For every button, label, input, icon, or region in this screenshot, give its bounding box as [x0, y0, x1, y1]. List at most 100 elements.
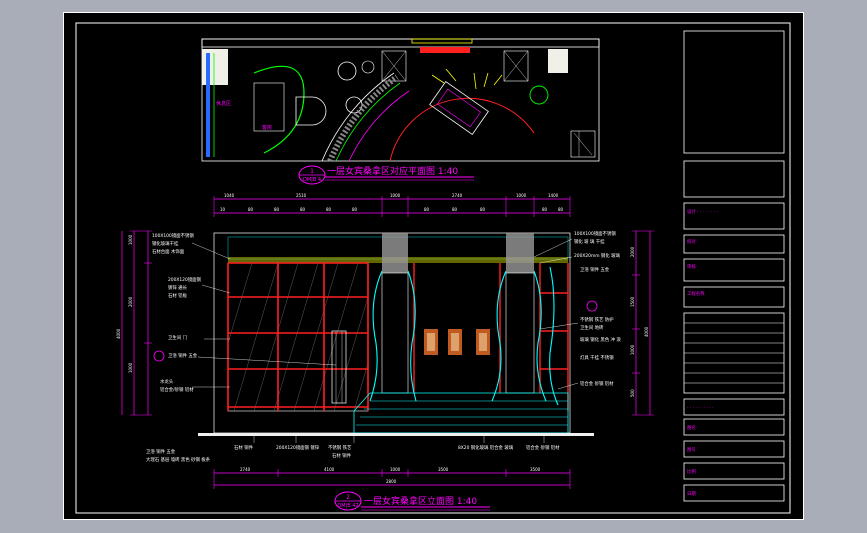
note-right: 卫生间 地砖 — [580, 324, 604, 331]
bottom-dim: 1000 — [390, 467, 401, 472]
bottom-dim: 4100 — [324, 467, 335, 472]
note-right: 玻璃 钢化 黑色 冲 浪 — [580, 336, 621, 343]
note-bottom: 200X120镜面钢 镀锌 — [276, 444, 320, 451]
note-bottom: 石材 铜件 — [234, 444, 254, 451]
elevation-view — [198, 232, 594, 436]
plan-red-strip — [420, 47, 470, 53]
water-curtain — [369, 266, 559, 406]
note-left: 石材 铝板 — [168, 292, 188, 299]
top-dim: 80 — [326, 207, 332, 212]
inner-frame — [75, 22, 791, 514]
top-dim: 10 — [220, 207, 226, 212]
note-left: 镀锌 通长 — [168, 284, 188, 291]
note-bottom-left: 卫浴 铜件 五金 — [146, 448, 176, 455]
note-left: 钢化玻璃干挂 — [152, 240, 179, 247]
column-top-right — [506, 233, 534, 273]
column-top-left — [382, 233, 408, 273]
top-dim: 1040 — [224, 193, 235, 198]
top-dim: 80 — [452, 207, 458, 212]
right-dim: 500 — [630, 389, 635, 397]
note-right: 100X100镜面不锈钢 — [574, 230, 616, 237]
title-row: 工程名称 — [687, 290, 705, 297]
note-bottom: 8X20 钢化玻璃 铝合金 玻璃 — [458, 444, 514, 451]
note-left: 卫生间 门 — [168, 334, 187, 341]
top-dim: 80 — [480, 207, 486, 212]
elevation-title-block: 2 DM|B 47 一层女宾桑拿区立面图 1:40 — [334, 491, 490, 511]
top-dim: 2740 — [452, 193, 463, 198]
plan-label: 休息区 — [216, 100, 231, 107]
red-frame-grid — [227, 262, 369, 411]
right-annotations: 100X100镜面不锈钢 钢化 玻 璃 干挂 200X20mm 钢化 玻璃 卫浴… — [533, 230, 621, 390]
title-block-logo-box — [683, 30, 785, 154]
bottom-dim: 2740 — [240, 467, 251, 472]
glass-wall-left — [227, 262, 369, 412]
elevation-tag-number: 2 — [346, 494, 350, 501]
bottom-dim: 3500 — [530, 467, 541, 472]
top-dim: 80 — [274, 207, 280, 212]
plan-red-arc — [389, 97, 535, 162]
door-panel — [331, 330, 347, 404]
plan-label: 客房 — [262, 124, 272, 131]
title-row: 比例 — [687, 468, 696, 475]
note-left: 200X120镜面钢 — [168, 276, 202, 283]
left-dim: 1000 — [128, 362, 133, 373]
top-dim: 80 — [558, 207, 564, 212]
note-right: 铝合金 砂钢 铝材 — [580, 380, 614, 387]
plan-title-block: 1 DM|B 4 一层女宾桑拿区对应平面图 1:40 — [298, 165, 474, 185]
right-dim: 1500 — [630, 296, 635, 307]
plan-view: 休息区 客房 — [201, 38, 600, 163]
pool-steps — [353, 392, 569, 434]
drawing-sheet: 休息区 客房 1 DM|B 4 一层女宾桑拿区对应平面图 1:40 1040 2… — [63, 12, 804, 520]
top-dim: 80 — [248, 207, 254, 212]
plan-tag-number: 1 — [310, 168, 314, 175]
top-dim: 1000 — [390, 193, 401, 198]
note-left: 水龙头 — [160, 378, 174, 385]
plan-title: 一层女宾桑拿区对应平面图 1:40 — [327, 165, 458, 177]
left-dim: 1000 — [128, 234, 133, 245]
title-block: 设计 · · · · · · · · 校对 审核 工程名称 · · · · · … — [683, 30, 785, 502]
title-row: 校对 — [687, 238, 696, 245]
title-row: 图名 — [687, 424, 696, 431]
note-left: 石材台面 木饰面 — [152, 248, 185, 255]
note-right: 钢化 玻 璃 干挂 — [574, 238, 605, 245]
bottom-dim: 2800 — [386, 479, 397, 484]
bottom-annotations: 石材 铜件 200X120镜面钢 镀锌 不锈钢 铁艺 石材 铜件 8X20 钢化… — [234, 435, 560, 459]
left-annotations: 100X100镜面不锈钢 钢化玻璃干挂 石材台面 木饰面 200X120镜面钢 … — [146, 232, 337, 463]
left-dim: 2000 — [128, 296, 133, 307]
right-dim: 1000 — [630, 344, 635, 355]
title-row: 图号 — [687, 447, 696, 453]
elevation-title: 一层女宾桑拿区立面图 1:40 — [364, 495, 477, 507]
top-dim: 80 — [300, 207, 306, 212]
note-bottom: 石材 铜件 — [332, 452, 352, 459]
note-right: 200X20mm 钢化 玻璃 — [574, 252, 620, 259]
top-dim: 2510 — [296, 193, 307, 198]
note-left: 100X100镜面不锈钢 — [152, 232, 194, 239]
right-dim: 2000 — [630, 246, 635, 257]
left-dim: 4000 — [116, 328, 121, 339]
title-row: · · · · · · · · · · — [687, 406, 714, 411]
top-dim: 80 — [542, 207, 548, 212]
elevation-top-dimensions: 1040 2510 1000 2740 1000 1400 10 80 80 8… — [213, 193, 571, 217]
plan-green-curve — [253, 65, 305, 154]
note-right: 卫浴 铜件 五金 — [580, 266, 610, 273]
note-right: 不锈钢 铁艺 防护 — [580, 316, 614, 323]
plan-column-left — [202, 49, 228, 85]
top-dim: 80 — [424, 207, 430, 212]
plan-tag: DM|B 4 — [303, 177, 321, 183]
title-row: 审核 — [687, 263, 696, 270]
top-dim: 1400 — [548, 193, 559, 198]
note-left: 卫浴 铜件 五金 — [168, 352, 198, 359]
elevation-bottom-dimensions: 2740 4100 3500 1000 3500 2800 — [213, 467, 571, 489]
note-bottom-left: 大理石 基层 墙砖 黑色 砂钢 板条 — [146, 456, 211, 463]
plant-symbol-green — [529, 85, 549, 105]
floor-line — [198, 433, 594, 436]
elevation-tag: DM|B 47 — [337, 503, 358, 509]
note-bottom: 铝合金 砂钢 铝材 — [526, 444, 560, 451]
top-dim: 1000 — [516, 193, 527, 198]
note-bottom: 不锈钢 铁艺 — [328, 444, 352, 451]
elevation-right-dimensions: 2000 1500 1000 500 4000 — [630, 230, 654, 416]
right-dim: 4000 — [644, 326, 649, 337]
light-boxes — [424, 329, 490, 355]
title-row: 日期 — [687, 491, 696, 497]
top-dim: 80 — [352, 207, 358, 212]
